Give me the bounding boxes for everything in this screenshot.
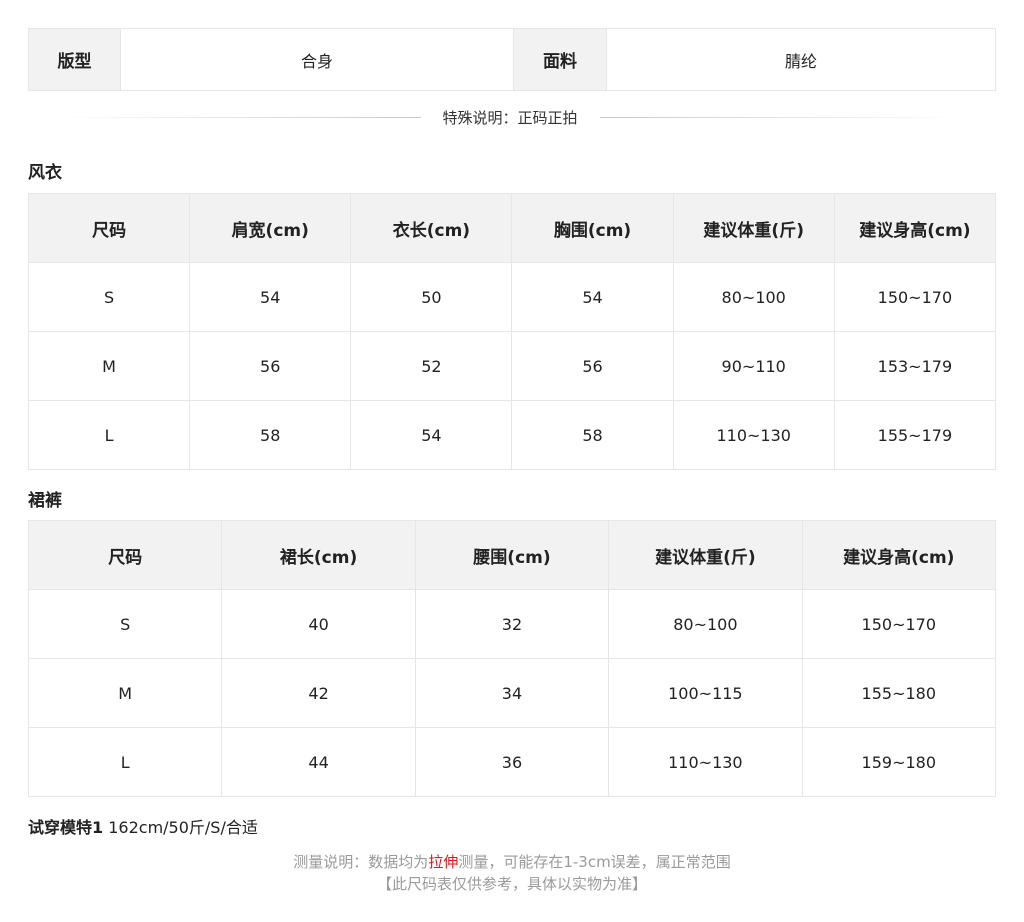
table-cell: 155~179	[833, 400, 997, 470]
special-note-row: 特殊说明：正码正拍	[60, 104, 961, 130]
measure-note-prefix: 测量说明：数据均为	[293, 853, 429, 871]
table-cell: 100~115	[608, 658, 803, 728]
column-header: 建议体重(斤)	[608, 520, 803, 590]
column-header: 腰围(cm)	[414, 520, 610, 590]
column-header: 建议体重(斤)	[672, 193, 835, 263]
table-cell: 56	[189, 331, 352, 401]
column-header: 建议身高(cm)	[833, 193, 997, 263]
coat-section-title: 风衣	[28, 163, 62, 183]
column-header: 衣长(cm)	[350, 193, 513, 263]
table-row: L 44 36 110~130 159~180	[27, 727, 997, 797]
model-label: 试穿模特1	[28, 818, 104, 837]
product-info-table: 版型 合身 面料 腈纶	[28, 28, 996, 91]
measure-note-highlight: 拉伸	[428, 853, 459, 871]
column-header: 尺码	[27, 520, 223, 590]
table-cell: 36	[414, 727, 610, 797]
divider-left	[60, 116, 421, 118]
fabric-value: 腈纶	[606, 29, 995, 90]
coat-size-table: 尺码 肩宽(cm) 衣长(cm) 胸围(cm) 建议体重(斤) 建议身高(cm)…	[27, 193, 997, 470]
table-row: S 40 32 80~100 150~170	[27, 589, 997, 659]
column-header: 胸围(cm)	[511, 193, 674, 263]
table-cell: 90~110	[672, 331, 835, 401]
table-row: M 42 34 100~115 155~180	[27, 658, 997, 728]
table-cell: 52	[350, 331, 513, 401]
table-row: S 54 50 54 80~100 150~170	[27, 262, 997, 332]
table-cell: 155~180	[801, 658, 997, 728]
table-cell: 80~100	[672, 262, 835, 332]
table-cell: 58	[189, 400, 352, 470]
table-cell: 159~180	[801, 727, 997, 797]
measure-note-line1: 测量说明：数据均为拉伸测量，可能存在1-3cm误差，属正常范围	[0, 851, 1024, 872]
table-cell: 58	[511, 400, 674, 470]
table-cell: S	[27, 262, 191, 332]
measure-note-suffix: 测量，可能存在1-3cm误差，属正常范围	[458, 853, 731, 871]
table-cell: M	[27, 331, 191, 401]
column-header: 尺码	[27, 193, 191, 263]
skirt-size-table: 尺码 裙长(cm) 腰围(cm) 建议体重(斤) 建议身高(cm) S 40 3…	[27, 520, 997, 797]
table-row: L 58 54 58 110~130 155~179	[27, 400, 997, 470]
model-value: 162cm/50斤/S/合适	[108, 818, 258, 837]
table-cell: 150~170	[833, 262, 997, 332]
table-cell: M	[27, 658, 223, 728]
table-cell: 40	[221, 589, 416, 659]
table-cell: S	[27, 589, 223, 659]
table-cell: 150~170	[801, 589, 997, 659]
table-header-row: 尺码 肩宽(cm) 衣长(cm) 胸围(cm) 建议体重(斤) 建议身高(cm)	[27, 193, 997, 263]
table-header-row: 尺码 裙长(cm) 腰围(cm) 建议体重(斤) 建议身高(cm)	[27, 520, 997, 590]
table-cell: 42	[221, 658, 416, 728]
table-row: M 56 52 56 90~110 153~179	[27, 331, 997, 401]
table-cell: 44	[221, 727, 416, 797]
fit-label: 版型	[29, 29, 120, 90]
table-cell: 54	[189, 262, 352, 332]
skirt-section-title: 裙裤	[28, 491, 62, 511]
table-cell: 80~100	[608, 589, 803, 659]
table-cell: L	[27, 727, 223, 797]
column-header: 裙长(cm)	[221, 520, 416, 590]
column-header: 肩宽(cm)	[189, 193, 352, 263]
table-cell: L	[27, 400, 191, 470]
fit-value: 合身	[120, 29, 514, 90]
measure-note-line2: 【此尺码表仅供参考，具体以实物为准】	[376, 875, 647, 893]
table-cell: 56	[511, 331, 674, 401]
table-cell: 34	[414, 658, 610, 728]
column-header: 建议身高(cm)	[801, 520, 997, 590]
table-cell: 32	[414, 589, 610, 659]
table-cell: 153~179	[833, 331, 997, 401]
table-cell: 110~130	[608, 727, 803, 797]
table-cell: 110~130	[672, 400, 835, 470]
fitting-model-info: 试穿模特1 162cm/50斤/S/合适	[28, 814, 258, 838]
divider-right	[599, 116, 961, 118]
table-cell: 50	[350, 262, 513, 332]
fabric-label: 面料	[514, 29, 606, 90]
table-cell: 54	[511, 262, 674, 332]
table-cell: 54	[350, 400, 513, 470]
special-note: 特殊说明：正码正拍	[442, 108, 578, 127]
